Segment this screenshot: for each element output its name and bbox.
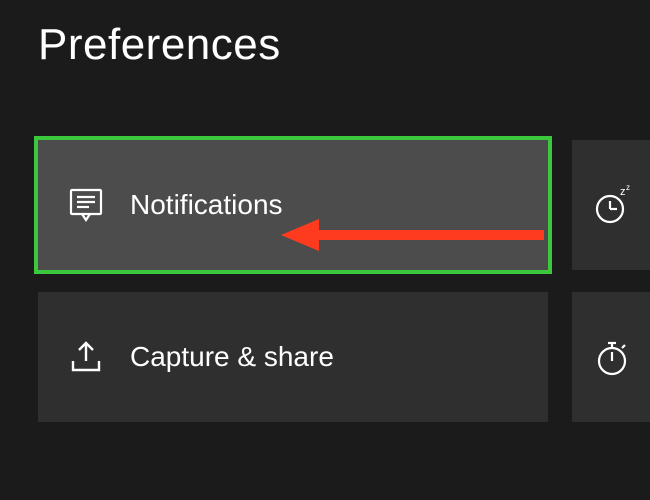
- svg-text:z: z: [620, 186, 626, 198]
- notifications-icon: [66, 185, 106, 225]
- notifications-tile[interactable]: Notifications: [38, 140, 548, 270]
- tile-row-2: Capture & share: [38, 292, 650, 422]
- sleep-timer-tile[interactable]: z z: [572, 140, 650, 270]
- svg-text:z: z: [626, 183, 630, 192]
- stopwatch-tile[interactable]: [572, 292, 650, 422]
- stopwatch-icon: [590, 335, 634, 379]
- preferences-tiles: Notifications z z: [38, 140, 650, 422]
- notifications-label: Notifications: [130, 189, 283, 221]
- capture-share-label: Capture & share: [130, 341, 334, 373]
- tile-row-1: Notifications z z: [38, 140, 650, 270]
- upload-icon: [66, 337, 106, 377]
- capture-share-tile[interactable]: Capture & share: [38, 292, 548, 422]
- sleep-clock-icon: z z: [590, 183, 634, 227]
- page-title: Preferences: [38, 20, 650, 70]
